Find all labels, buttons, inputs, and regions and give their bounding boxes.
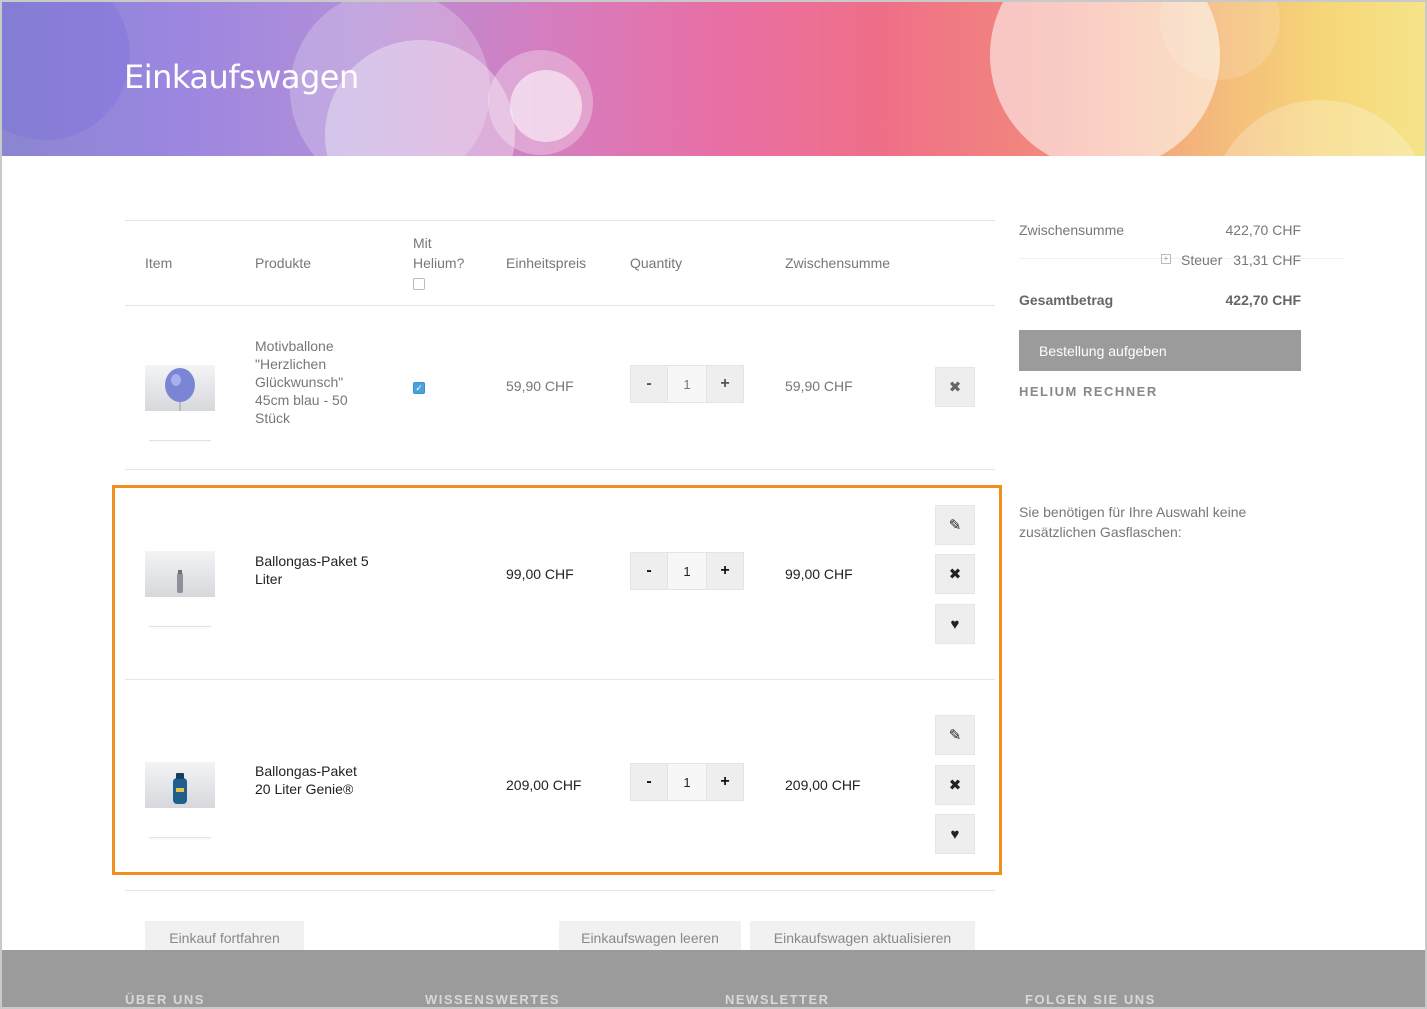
- qty-input[interactable]: 1: [668, 365, 706, 403]
- image-underline: [149, 626, 211, 627]
- footer: [0, 950, 1427, 1009]
- summary-total-value: 422,70 CHF: [1225, 292, 1301, 308]
- heart-icon: ♥: [950, 825, 960, 843]
- close-icon: ✖: [948, 777, 962, 794]
- pencil-icon: ✎: [948, 517, 962, 534]
- highlight-box: [112, 485, 1002, 875]
- place-order-button[interactable]: Bestellung aufgeben: [1019, 330, 1301, 371]
- remove-button[interactable]: ✖: [935, 765, 975, 805]
- edit-button[interactable]: ✎: [935, 715, 975, 755]
- qty-decrease-button[interactable]: -: [630, 552, 668, 590]
- unit-price: 59,90 CHF: [506, 378, 574, 394]
- product-name[interactable]: Ballongas-Paket 5 Liter: [255, 552, 375, 588]
- edit-button[interactable]: ✎: [935, 505, 975, 545]
- row-subtotal: 59,90 CHF: [785, 378, 853, 394]
- remove-button[interactable]: ✖: [935, 367, 975, 407]
- product-name-line: Motivballone: [255, 338, 334, 354]
- banner-bubble: [510, 70, 582, 142]
- header-helium-line1: Mit: [413, 235, 432, 251]
- quantity-stepper: - 1 +: [630, 763, 744, 801]
- summary-tax-value: 31,31 CHF: [1233, 252, 1301, 268]
- remove-button[interactable]: ✖: [935, 554, 975, 594]
- page-title: Einkaufswagen: [124, 58, 359, 96]
- wishlist-button[interactable]: ♥: [935, 814, 975, 854]
- table-header-divider: [125, 305, 995, 306]
- select-all-helium-checkbox[interactable]: [413, 278, 425, 290]
- product-image-ballongas-20[interactable]: [145, 762, 215, 808]
- product-name[interactable]: Ballongas-Paket 20 Liter Genie®: [255, 762, 375, 798]
- banner-bubble: [1210, 100, 1427, 156]
- summary-subtotal-value: 422,70 CHF: [1225, 222, 1301, 238]
- helium-calculator-link[interactable]: HELIUM RECHNER: [1019, 384, 1158, 399]
- qty-increase-button[interactable]: +: [706, 365, 744, 403]
- footer-heading-about[interactable]: ÜBER UNS: [125, 992, 205, 1007]
- header-products: Produkte: [255, 255, 312, 271]
- qty-decrease-button[interactable]: -: [630, 365, 668, 403]
- product-image-motivballone[interactable]: [145, 365, 215, 411]
- footer-heading-newsletter[interactable]: NEWSLETTER: [725, 992, 830, 1007]
- qty-increase-button[interactable]: +: [706, 552, 744, 590]
- header-unit-price: Einheitspreis: [506, 255, 587, 271]
- qty-input[interactable]: 1: [668, 552, 706, 590]
- row-divider: [125, 679, 995, 680]
- header-subtotal: Zwischensumme: [785, 255, 891, 271]
- image-underline: [149, 440, 211, 441]
- summary-total-label: Gesamtbetrag: [1019, 292, 1114, 308]
- gas-bottle-icon: [173, 773, 187, 804]
- expand-tax-icon[interactable]: +: [1161, 254, 1171, 264]
- summary-subtotal-label: Zwischensumme: [1019, 222, 1125, 238]
- product-name-line: Liter: [255, 571, 283, 587]
- product-name[interactable]: Motivballone "Herzlichen Glückwunsch" 45…: [255, 337, 375, 427]
- row-subtotal: 99,00 CHF: [785, 566, 853, 582]
- qty-input[interactable]: 1: [668, 763, 706, 801]
- footer-heading-follow[interactable]: FOLGEN SIE UNS: [1025, 992, 1156, 1007]
- row-subtotal: 209,00 CHF: [785, 777, 861, 793]
- product-image-ballongas-5[interactable]: [145, 551, 215, 597]
- header-helium-line2: Helium?: [413, 255, 465, 271]
- product-name-line: "Herzlichen: [255, 356, 327, 372]
- header-item: Item: [145, 255, 173, 271]
- balloon-icon: [165, 368, 195, 411]
- quantity-stepper: - 1 +: [630, 365, 744, 403]
- footer-heading-knowledge[interactable]: WISSENSWERTES: [425, 992, 560, 1007]
- product-name-line: Ballongas-Paket 5: [255, 553, 369, 569]
- helium-note: Sie benötigen für Ihre Auswahl keine zus…: [1019, 504, 1247, 540]
- close-icon: ✖: [948, 379, 962, 396]
- product-name-line: Glückwunsch": [255, 374, 344, 390]
- unit-price: 99,00 CHF: [506, 566, 574, 582]
- heart-icon: ♥: [950, 615, 960, 633]
- pencil-icon: ✎: [948, 727, 962, 744]
- helium-checkbox[interactable]: ✓: [413, 382, 425, 394]
- product-name-line: 45cm blau - 50: [255, 392, 348, 408]
- table-bottom-divider: [125, 890, 995, 891]
- header-quantity: Quantity: [630, 255, 683, 271]
- unit-price: 209,00 CHF: [506, 777, 582, 793]
- row-divider: [125, 469, 995, 470]
- qty-decrease-button[interactable]: -: [630, 763, 668, 801]
- product-name-line: Stück: [255, 410, 291, 426]
- wishlist-button[interactable]: ♥: [935, 604, 975, 644]
- product-name-line: Ballongas-Paket: [255, 763, 357, 779]
- close-icon: ✖: [948, 566, 962, 583]
- product-name-line: 20 Liter Genie®: [255, 781, 354, 797]
- header-banner: Einkaufswagen: [0, 0, 1427, 156]
- table-top-divider: [125, 220, 995, 221]
- quantity-stepper: - 1 +: [630, 552, 744, 590]
- banner-bubble: [0, 0, 130, 140]
- gas-bottle-icon: [177, 570, 183, 593]
- qty-increase-button[interactable]: +: [706, 763, 744, 801]
- image-underline: [149, 837, 211, 838]
